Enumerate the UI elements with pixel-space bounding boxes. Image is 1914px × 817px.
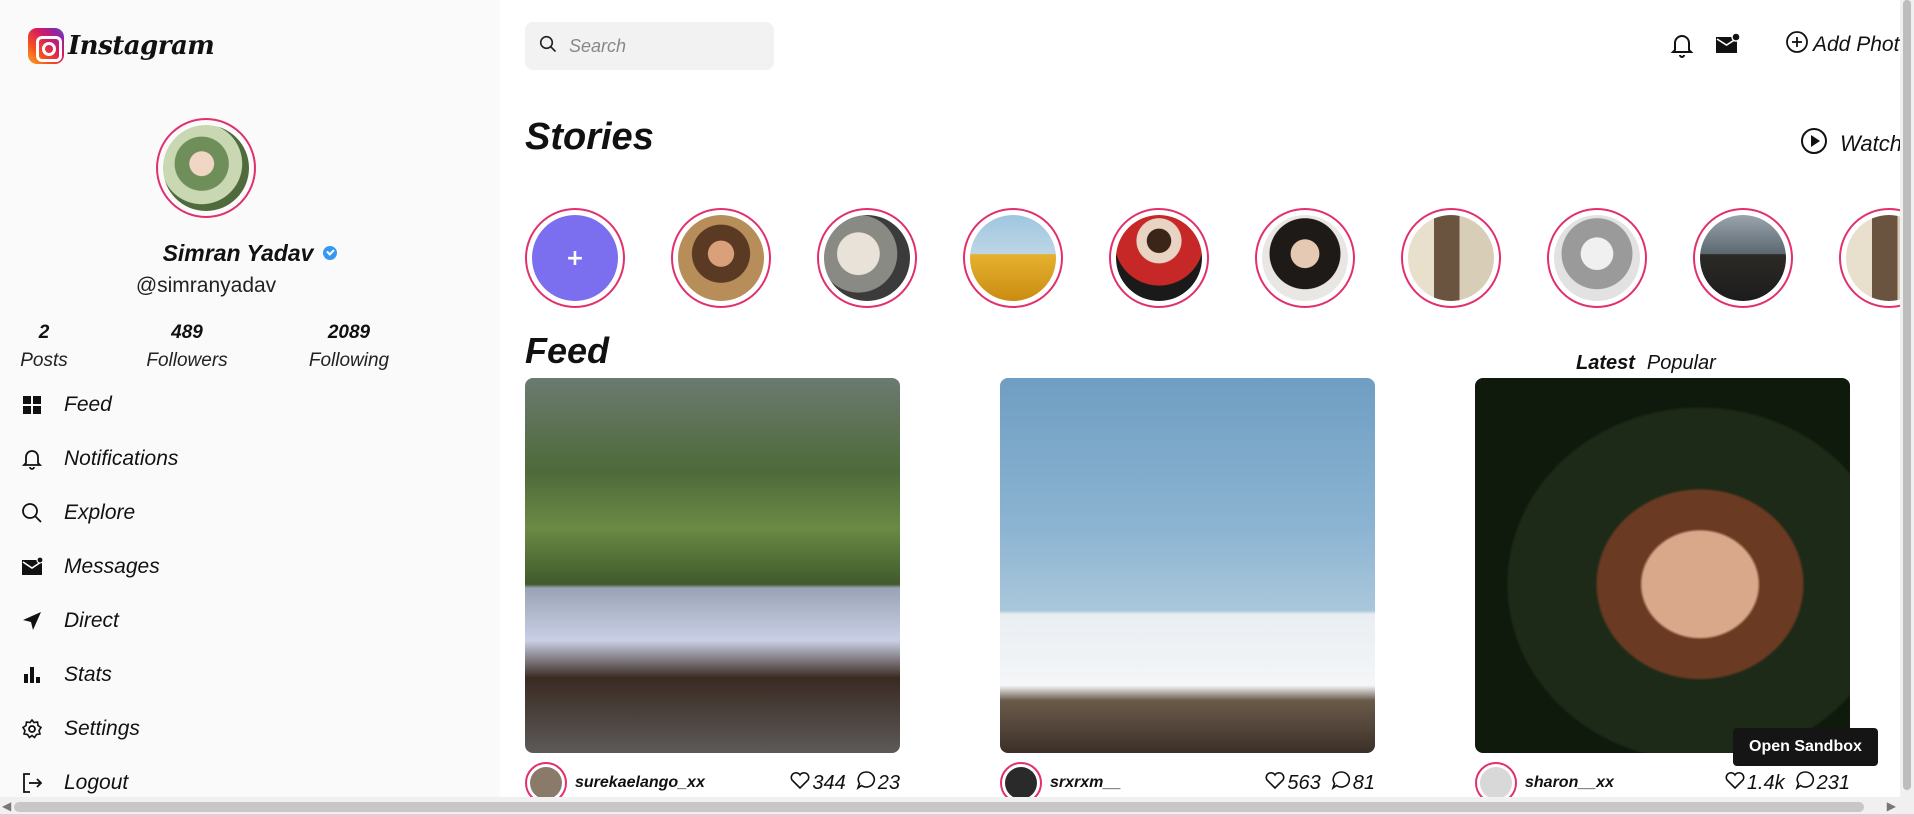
stat-followers[interactable]: 489 Followers bbox=[117, 322, 257, 372]
instagram-logo[interactable]: Instagram bbox=[28, 28, 215, 64]
logo-text: Instagram bbox=[68, 31, 215, 61]
post-comments: 231 bbox=[1816, 771, 1850, 794]
sidebar: Instagram Simran Yadav @simranyadav 2 Po… bbox=[0, 0, 500, 817]
stat-value: 489 bbox=[171, 322, 203, 343]
play-circle-icon bbox=[1800, 127, 1828, 161]
scroll-right-arrow-icon[interactable]: ▶ bbox=[1887, 799, 1896, 813]
stat-label: Following bbox=[308, 350, 390, 371]
notifications-bell-icon[interactable] bbox=[1670, 32, 1694, 62]
search-icon bbox=[539, 35, 557, 57]
sidebar-item-label: Settings bbox=[64, 717, 140, 740]
sidebar-item-label: Direct bbox=[64, 609, 119, 632]
comment-icon[interactable] bbox=[856, 770, 876, 796]
messages-mail-icon[interactable] bbox=[1714, 32, 1741, 60]
comment-icon[interactable] bbox=[1795, 770, 1815, 796]
plus-circle-icon bbox=[1785, 30, 1809, 60]
comment-icon[interactable] bbox=[1331, 770, 1351, 796]
sidebar-item-direct[interactable]: Direct bbox=[20, 606, 119, 636]
search-icon bbox=[20, 501, 44, 525]
stat-posts[interactable]: 2 Posts bbox=[0, 322, 114, 372]
watch-all-button[interactable]: Watch all bbox=[1800, 127, 1914, 161]
gear-icon bbox=[20, 717, 44, 741]
post-image[interactable] bbox=[525, 378, 900, 753]
stat-following[interactable]: 2089 Following bbox=[279, 322, 419, 372]
profile-handle: @simranyadav bbox=[135, 274, 277, 297]
sidebar-item-feed[interactable]: Feed bbox=[20, 390, 112, 420]
heart-icon[interactable] bbox=[790, 771, 810, 795]
story-avatar[interactable] bbox=[1255, 208, 1355, 308]
feed-tabs: Latest Popular bbox=[1576, 352, 1716, 375]
sidebar-item-label: Logout bbox=[64, 771, 129, 794]
post-comments: 81 bbox=[1352, 771, 1375, 794]
instagram-logo-icon bbox=[28, 28, 64, 64]
sidebar-item-stats[interactable]: Stats bbox=[20, 660, 112, 690]
search-input[interactable] bbox=[569, 35, 759, 57]
story-avatar[interactable] bbox=[1109, 208, 1209, 308]
vertical-scrollbar-thumb[interactable] bbox=[1903, 0, 1911, 790]
mail-icon bbox=[20, 555, 44, 579]
feed-post[interactable]: surekaelango_xx 344 23 bbox=[525, 378, 900, 804]
stories-title: Stories bbox=[525, 116, 654, 158]
heart-icon[interactable] bbox=[1265, 771, 1285, 795]
sidebar-item-label: Notifications bbox=[64, 447, 179, 470]
sidebar-item-explore[interactable]: Explore bbox=[20, 498, 135, 528]
post-likes: 344 bbox=[812, 771, 846, 794]
feed-title: Feed bbox=[525, 330, 610, 371]
feed-post[interactable]: sharon__xx 1.4k 231 bbox=[1475, 378, 1850, 804]
horizontal-scrollbar[interactable]: ◀ ▶ bbox=[0, 797, 1914, 817]
search-bar[interactable] bbox=[525, 22, 774, 70]
sidebar-item-label: Feed bbox=[64, 393, 112, 416]
stat-value: 2 bbox=[38, 322, 50, 343]
sidebar-item-label: Explore bbox=[64, 501, 136, 524]
add-photo-button[interactable]: Add Photo bbox=[1785, 30, 1911, 60]
send-icon bbox=[20, 609, 44, 633]
grid-icon bbox=[20, 393, 44, 417]
vertical-scrollbar[interactable] bbox=[1900, 0, 1914, 800]
feed-post[interactable]: srxrxm__ 563 81 bbox=[1000, 378, 1375, 804]
tab-latest[interactable]: Latest bbox=[1576, 352, 1635, 374]
story-avatar[interactable] bbox=[1547, 208, 1647, 308]
profile-name-row: Simran Yadav bbox=[0, 240, 500, 267]
stat-label: Followers bbox=[146, 350, 228, 371]
story-avatar[interactable] bbox=[963, 208, 1063, 308]
post-username[interactable]: surekaelango_xx bbox=[575, 774, 705, 792]
sidebar-item-settings[interactable]: Settings bbox=[20, 714, 140, 744]
verified-badge-icon bbox=[323, 245, 338, 260]
heart-icon[interactable] bbox=[1725, 771, 1745, 795]
profile-name: Simran Yadav bbox=[162, 240, 314, 266]
post-username[interactable]: sharon__xx bbox=[1525, 774, 1614, 792]
tab-popular[interactable]: Popular bbox=[1647, 352, 1716, 374]
stat-label: Posts bbox=[20, 350, 68, 371]
stat-value: 2089 bbox=[327, 322, 371, 343]
sidebar-item-messages[interactable]: Messages bbox=[20, 552, 160, 582]
main-content: Add Photo Stories Watch all + Feed Lates… bbox=[500, 0, 1914, 817]
add-story-icon: + bbox=[532, 215, 618, 301]
story-avatar[interactable] bbox=[1693, 208, 1793, 308]
add-photo-label: Add Photo bbox=[1813, 33, 1912, 56]
scroll-left-arrow-icon[interactable]: ◀ bbox=[2, 799, 11, 813]
horizontal-scrollbar-thumb[interactable] bbox=[14, 802, 1864, 812]
story-avatar[interactable] bbox=[671, 208, 771, 308]
post-counts: 344 23 bbox=[790, 770, 900, 796]
profile-avatar[interactable] bbox=[156, 118, 256, 218]
open-sandbox-button[interactable]: Open Sandbox bbox=[1733, 728, 1878, 766]
post-counts: 563 81 bbox=[1265, 770, 1375, 796]
post-comments: 23 bbox=[877, 771, 900, 794]
post-likes: 1.4k bbox=[1746, 771, 1785, 794]
post-image[interactable] bbox=[1000, 378, 1375, 753]
story-avatar[interactable] bbox=[1401, 208, 1501, 308]
sidebar-item-logout[interactable]: Logout bbox=[20, 768, 128, 798]
add-story-button[interactable]: + bbox=[525, 208, 625, 308]
post-likes: 563 bbox=[1287, 771, 1321, 794]
sidebar-item-label: Stats bbox=[64, 663, 112, 686]
logout-icon bbox=[20, 771, 44, 795]
sidebar-item-label: Messages bbox=[64, 555, 160, 578]
bell-icon bbox=[20, 447, 44, 471]
bar-chart-icon bbox=[20, 663, 44, 687]
post-username[interactable]: srxrxm__ bbox=[1050, 774, 1121, 792]
sidebar-item-notifications[interactable]: Notifications bbox=[20, 444, 178, 474]
story-avatar[interactable] bbox=[817, 208, 917, 308]
post-counts: 1.4k 231 bbox=[1725, 770, 1850, 796]
post-image[interactable] bbox=[1475, 378, 1850, 753]
